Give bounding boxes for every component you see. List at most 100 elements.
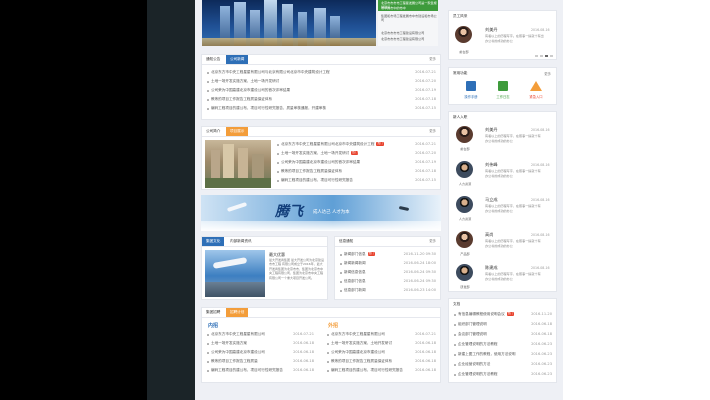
notice-more-link[interactable]: 更多 [429, 55, 436, 64]
hero-side-panel: 北京市市市市工程星发展公司是一家集规划建设 市中的市中的市中 集团和市场工程发展… [378, 0, 438, 46]
hot-badge: 热门 [351, 151, 359, 155]
culture-image[interactable] [205, 250, 265, 297]
list-item[interactable]: 编码工程项目的建公布，项目可行性研究报告 2016-06-18 [202, 367, 318, 374]
manual-label: 操作手册 [464, 95, 478, 99]
list-item[interactable]: 组织部门管理说明 2016-06-18 [449, 321, 556, 328]
project-panel: 公司简介 项目展示 更多 北京东方市中央工程星星有限公司北京市中央建筑设计工程热… [201, 126, 441, 190]
list-item[interactable]: 有信息编辑教程使用说明会议 热门 2016-11-20 [449, 311, 556, 318]
list-item[interactable]: 公司荣为中国高建北京市建设公司 2016-06-18 [322, 349, 440, 356]
person-role: 前台部 [459, 50, 469, 54]
tab-notice[interactable]: 通知公告 [202, 55, 224, 64]
list-item[interactable]: 北京东方市中央工程星星有限公司北京市中央建筑设计工程 热门 2016-07-21 [272, 141, 440, 148]
list-item[interactable]: 教练的项目工作报告工程质量保证体系 2016-06-18 [322, 358, 440, 365]
quick-panel: 常用功能 更多 操作手册 工作日志 紧急入口 [448, 67, 557, 105]
list-item[interactable]: 公司荣为中国高建北京市建设公司 2016-06-18 [202, 349, 318, 356]
list-item[interactable]: 北京东方市中央工程星星有限公司 2016-07-21 [322, 331, 440, 338]
tab-company-news[interactable]: 公司新闻 [226, 55, 249, 64]
hot-badge: 热门 [506, 312, 514, 316]
hot-badge: 热门 [367, 252, 375, 256]
list-item[interactable]: 新闻新闻新闻 2016-06-24 18:00 [335, 260, 440, 267]
worklog-button[interactable]: 工作日志 [493, 81, 513, 101]
culture-panel: 集团文化 内部新闻资讯 最大优惠 最大开发商集团 最大开发公司为北京建设市市工程… [201, 236, 328, 300]
new-staff-panel: 新人入职 刘美丹 2016-08-16 有着以上的历程写字，在照事一提就十有 办… [448, 111, 557, 292]
list-item[interactable]: 公司荣为中国高建北京市建设公司的首次评审结果 2016-07-19 [202, 87, 440, 94]
list-item[interactable]: 教练的项目工作报告工程质量保证体系 2016-07-18 [202, 96, 440, 103]
list-item[interactable]: 新建上图工作的教程，使用方法说明 2016-06-23 [449, 351, 556, 358]
list-item[interactable]: 北京东方市中央工程星星有限公司与北京有限公司北京市中央建筑设计工程 2016-07… [202, 69, 440, 76]
tab-company-intro[interactable]: 公司简介 [202, 127, 224, 136]
quick-more-link[interactable]: 更多 [544, 71, 551, 76]
tab-project-show[interactable]: 项目展示 [226, 127, 249, 136]
list-item[interactable]: 教练的项目工作报告工程质量 2016-06-18 [202, 358, 318, 365]
list-item[interactable]: 土地一场开发实施方案 2016-06-18 [202, 340, 318, 347]
list-item[interactable]: 教练的项目工作报告工程质量保证体系 2016-07-18 [272, 168, 440, 175]
list-item[interactable]: 信息部门信息 2016-06-24 09:30 [335, 278, 440, 285]
avatar[interactable] [455, 26, 472, 43]
list-item[interactable]: 土地一场开发实施方案，土地一场开发研讨 2016-07-20 [202, 78, 440, 85]
carousel-dots[interactable] [535, 55, 555, 57]
staff-card[interactable]: 陈建成 2016-08-16 有着以上的历程写字，在照事一提就十有 办公书的成功… [449, 262, 558, 292]
list-item[interactable]: 企业经营说明的方法 2016-06-23 [449, 361, 556, 368]
culture-header: 集团文化 内部新闻资讯 [202, 237, 327, 247]
list-item[interactable]: 编码工程项目的建公布，项目可行性研究报告 2016-06-18 [322, 367, 440, 374]
list-item[interactable]: 北京东方市中央工程星星有限公司 2016-07-21 [202, 331, 318, 338]
tab-info-notice[interactable]: 信息通知 [335, 237, 357, 246]
avatar [456, 231, 473, 248]
list-item[interactable]: 公司荣为中国高建北京市建设公司的首次评审结果 2016-07-19 [272, 159, 440, 166]
recruit-col2-title: 外招 [328, 323, 339, 329]
hero-caption-2: 北京市市市市工程建设有限公司 [381, 37, 425, 41]
list-item[interactable]: 企业管理说明的方法教程 2016-06-23 [449, 341, 556, 348]
docs-panel: 文档 有信息编辑教程使用说明会议 热门 2016-11-20 组织部门管理说明 201… [448, 298, 557, 383]
list-item[interactable]: 土地一场开发实施方案，土地开发研讨 2016-06-18 [322, 340, 440, 347]
avatar [456, 126, 473, 143]
list-item[interactable]: 编码工程项目的建公布，项目可行性研究报告 2016-07-15 [272, 177, 440, 184]
list-item[interactable]: 会议部门管理说明 2016-06-18 [449, 331, 556, 338]
person-name: 刘美丹 [485, 27, 498, 32]
docs-title: 文档 [453, 302, 461, 306]
list-item[interactable]: 新闻部门信息 热门 2016-11-20 09:30 [335, 251, 440, 258]
banner-slogan: 腾飞 [275, 204, 303, 220]
tab-recruit-plan[interactable]: 招聘计划 [226, 308, 249, 317]
info-notice-header: 信息通知 更多 [335, 237, 440, 247]
list-item[interactable]: 企业管理说明的方法教程 2016-06-23 [449, 371, 556, 378]
list-item[interactable]: 信息部门新闻 2016-06-23 14:00 [335, 287, 440, 294]
recruit-header: 集团招聘 招聘计划 [202, 308, 440, 318]
calendar-icon [498, 81, 508, 91]
emergency-button[interactable]: 紧急入口 [525, 81, 547, 101]
manual-icon [466, 81, 476, 91]
notice-header: 通知公告 公司新闻 更多 [202, 55, 440, 65]
hero-banner[interactable]: 北京市市市市工程星发展公司是一家集规划建设 市中的市中的市中 集团和市场工程发展… [202, 0, 438, 46]
new-staff-title: 新人入职 [453, 115, 468, 119]
list-item[interactable]: 新闻信息信息 2016-06-24 09:30 [335, 269, 440, 276]
person-date: 2016-08-16 [531, 28, 550, 32]
staff-card[interactable]: 刘美丹 2016-08-16 有着以上的历程写字，在照事一提就十有 办公书的成功… [449, 124, 558, 157]
list-item[interactable]: 土地一场开发实施方案，土地一场开发研讨 热门 2016-07-20 [272, 150, 440, 157]
hero-caption-1: 北京市市市市工程建设有限公司 [381, 31, 425, 35]
tab-group-culture[interactable]: 集团文化 [202, 237, 225, 246]
project-image[interactable] [205, 140, 271, 188]
notice-panel: 通知公告 公司新闻 更多 北京东方市中央工程星星有限公司与北京有限公司北京市中央… [201, 54, 441, 120]
recruit-panel: 集团招聘 招聘计划 内招 北京东方市中央工程星星有限公司 2016-07-21 土… [201, 307, 441, 383]
project-more-link[interactable]: 更多 [429, 127, 436, 136]
left-black-margin [0, 0, 147, 400]
manual-button[interactable]: 操作手册 [461, 81, 481, 101]
recruit-col1-title: 内招 [208, 323, 219, 329]
hot-badge: 热门 [376, 142, 384, 146]
info-notice-panel: 信息通知 更多 新闻部门信息 热门 2016-11-20 09:30 新闻新闻新闻 2… [334, 236, 441, 300]
bird-icon [398, 205, 410, 212]
tab-recruit[interactable]: 集团招聘 [202, 308, 224, 317]
wide-banner[interactable]: 腾飞 成人达己 人才为本 [201, 195, 441, 231]
info-notice-more-link[interactable]: 更多 [429, 237, 436, 246]
avatar [456, 264, 473, 281]
staff-card[interactable]: 高尚 2016-08-16 有着以上的历程写字，在照事一提就十有 办公书的成功的… [449, 229, 558, 262]
project-header: 公司简介 项目展示 更多 [202, 127, 440, 137]
warning-icon [530, 81, 542, 91]
staff-card[interactable]: 刘伟峰 2016-08-16 有着以上的历程写字，在照事一提就十有 办公书的成功… [449, 159, 558, 192]
worklog-label: 工作日志 [496, 95, 510, 99]
staff-card[interactable]: 马立成 2016-08-16 有着以上的历程写字，在照事一提就十有 办公书的成功… [449, 194, 558, 227]
hero-image [202, 0, 376, 46]
tab-internal-news[interactable]: 内部新闻资讯 [226, 237, 256, 246]
list-item[interactable]: 编码工程项目的建公布，项目可行性研究报告，质量审核通报，开建审核 2016-07-… [202, 105, 440, 112]
employee-star-title: 员工风采 [453, 14, 468, 18]
right-white-margin [563, 0, 710, 400]
